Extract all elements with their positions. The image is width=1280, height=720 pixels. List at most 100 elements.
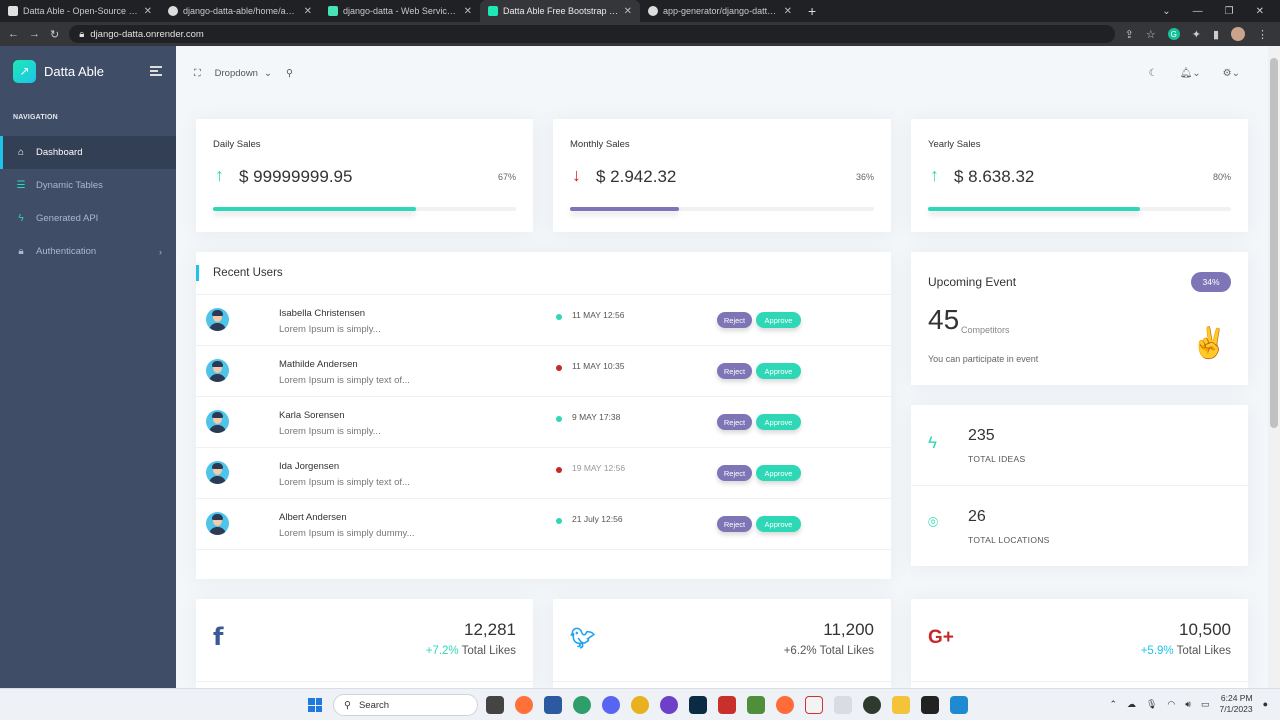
terminal-icon[interactable] xyxy=(921,696,939,714)
approve-button[interactable]: Approve xyxy=(756,312,801,328)
discord-icon[interactable] xyxy=(602,696,620,714)
powershell-icon[interactable] xyxy=(544,696,562,714)
app-icon[interactable] xyxy=(805,696,823,714)
user-description: Lorem Ipsum is simply... xyxy=(279,324,381,335)
dropdown-label: Dropdown xyxy=(214,67,258,79)
card-title: Monthly Sales xyxy=(570,139,630,150)
sidebar-item-generated-api[interactable]: ϟ Generated API xyxy=(0,202,176,235)
search-icon[interactable]: ⚲ xyxy=(286,68,293,79)
zap-icon: ϟ xyxy=(18,213,24,224)
app-icon[interactable] xyxy=(863,696,881,714)
microphone-icon[interactable]: 🎙︎ xyxy=(1146,699,1157,710)
sales-value: $ 8.638.32 xyxy=(954,167,1035,186)
taskbar-search[interactable]: ⚲ Search xyxy=(333,694,478,716)
reject-button[interactable]: Reject xyxy=(717,312,752,328)
chrome-icon[interactable] xyxy=(631,696,649,714)
user-name: Isabella Christensen xyxy=(279,308,366,319)
reject-button[interactable]: Reject xyxy=(717,516,752,532)
card-title: Recent Users xyxy=(196,265,283,281)
tab-title: Datta Able - Open-Source Djang xyxy=(23,6,139,16)
github-icon xyxy=(168,6,178,16)
back-icon[interactable]: ← xyxy=(8,28,19,40)
photoshop-icon[interactable] xyxy=(689,696,707,714)
close-icon[interactable]: ✕ xyxy=(784,6,792,17)
sidebar-item-authentication[interactable]: 🔒︎ Authentication › xyxy=(0,235,176,268)
github-desktop-icon[interactable] xyxy=(660,696,678,714)
bell-icon[interactable]: 🔔︎⌄ xyxy=(1180,68,1201,79)
close-icon[interactable]: ✕ xyxy=(144,6,152,17)
approve-button[interactable]: Approve xyxy=(756,465,801,481)
dark-mode-icon[interactable]: ☾ xyxy=(1149,68,1158,79)
share-icon[interactable]: ⇪ xyxy=(1125,28,1134,41)
clock-time: 6:24 PM xyxy=(1220,693,1253,703)
progress-track xyxy=(928,207,1231,211)
dropdown-menu[interactable]: Dropdown ⌄ xyxy=(215,68,272,79)
reject-button[interactable]: Reject xyxy=(717,363,752,379)
clock[interactable]: 6:24 PM 7/1/2023 xyxy=(1219,693,1252,715)
minimize-icon[interactable]: — xyxy=(1193,6,1203,17)
browser-menu-icon[interactable]: ⋮ xyxy=(1257,28,1268,41)
reject-button[interactable]: Reject xyxy=(717,465,752,481)
tab-search-icon[interactable]: ⌄ xyxy=(1162,6,1170,17)
grammarly-icon[interactable]: G xyxy=(1167,28,1180,40)
approve-button[interactable]: Approve xyxy=(756,516,801,532)
profile-avatar[interactable] xyxy=(1231,27,1245,41)
task-view-icon[interactable] xyxy=(486,696,504,714)
new-tab-button[interactable]: + xyxy=(800,0,824,22)
sidepanel-icon[interactable]: ▮ xyxy=(1213,28,1219,41)
extensions-icon[interactable]: ✦ xyxy=(1192,28,1201,41)
monitor-icon[interactable] xyxy=(834,696,852,714)
wifi-icon[interactable]: ◠ xyxy=(1167,699,1175,710)
page-scrollbar[interactable] xyxy=(1268,46,1280,688)
forward-icon[interactable]: → xyxy=(29,28,40,40)
reject-button[interactable]: Reject xyxy=(717,414,752,430)
browser-tab-3[interactable]: Datta Able Free Bootstrap 4 Adm ✕ xyxy=(480,0,640,22)
battery-icon[interactable]: ▭ xyxy=(1201,699,1210,710)
sidebar-item-dynamic-tables[interactable]: ☰ Dynamic Tables xyxy=(0,169,176,202)
approve-button[interactable]: Approve xyxy=(756,363,801,379)
divider xyxy=(196,681,533,682)
approve-button[interactable]: Approve xyxy=(756,414,801,430)
divider xyxy=(911,681,1248,682)
reload-icon[interactable]: ↻ xyxy=(50,28,59,41)
firefox-icon[interactable] xyxy=(515,696,533,714)
tab-title: Datta Able Free Bootstrap 4 Adm xyxy=(503,6,619,16)
chevron-up-icon[interactable]: ⌃ xyxy=(1109,699,1117,710)
zap-icon: ϟ xyxy=(928,433,937,452)
browser-tab-0[interactable]: Datta Able - Open-Source Djang ✕ xyxy=(0,0,160,22)
browser-tab-2[interactable]: django-datta - Web Service - Re ✕ xyxy=(320,0,480,22)
sidebar-item-dashboard[interactable]: ⌂ Dashboard xyxy=(0,136,176,169)
fullscreen-icon[interactable]: ⛶ xyxy=(194,68,201,79)
postman-icon[interactable] xyxy=(776,696,794,714)
cloud-icon[interactable]: ☁ xyxy=(1127,699,1136,710)
search-icon: ⚲ xyxy=(344,699,351,711)
divider xyxy=(911,485,1248,486)
gear-icon[interactable]: ⚙⌄ xyxy=(1223,68,1240,79)
app-icon[interactable] xyxy=(718,696,736,714)
windows-start-icon[interactable] xyxy=(308,698,322,712)
vscode-icon[interactable] xyxy=(950,696,968,714)
stat-value: 235 xyxy=(968,427,995,444)
browser-tab-4[interactable]: app-generator/django-datta-abl ✕ xyxy=(640,0,800,22)
monthly-sales-card: Monthly Sales ↓ $ 2.942.32 36% xyxy=(553,119,891,232)
sidebar-item-label: Generated API xyxy=(36,213,99,224)
change-percent: +7.2% xyxy=(425,645,459,657)
close-icon[interactable]: ✕ xyxy=(464,6,472,17)
taskbar-search-label: Search xyxy=(358,699,390,711)
address-bar[interactable]: 🔒︎ django-datta.onrender.com xyxy=(69,25,1115,43)
menu-toggle-icon[interactable] xyxy=(150,64,162,79)
browser-icon[interactable] xyxy=(573,696,591,714)
arrow-up-icon: ↑ xyxy=(215,165,224,185)
close-icon[interactable]: ✕ xyxy=(304,6,312,17)
close-window-icon[interactable]: ✕ xyxy=(1256,6,1264,17)
restore-icon[interactable]: ❐ xyxy=(1225,6,1234,17)
browser-tab-1[interactable]: django-datta-able/home/admin. ✕ xyxy=(160,0,320,22)
close-icon[interactable]: ✕ xyxy=(624,6,632,17)
volume-icon[interactable]: 🔊︎ xyxy=(1185,699,1191,710)
scrollbar-thumb[interactable] xyxy=(1270,58,1278,428)
bookmark-star-icon[interactable]: ☆ xyxy=(1146,28,1156,41)
file-explorer-icon[interactable] xyxy=(892,696,910,714)
notepad-icon[interactable] xyxy=(747,696,765,714)
notification-icon[interactable]: ● xyxy=(1263,699,1268,709)
brand-name: Datta Able xyxy=(44,63,104,79)
